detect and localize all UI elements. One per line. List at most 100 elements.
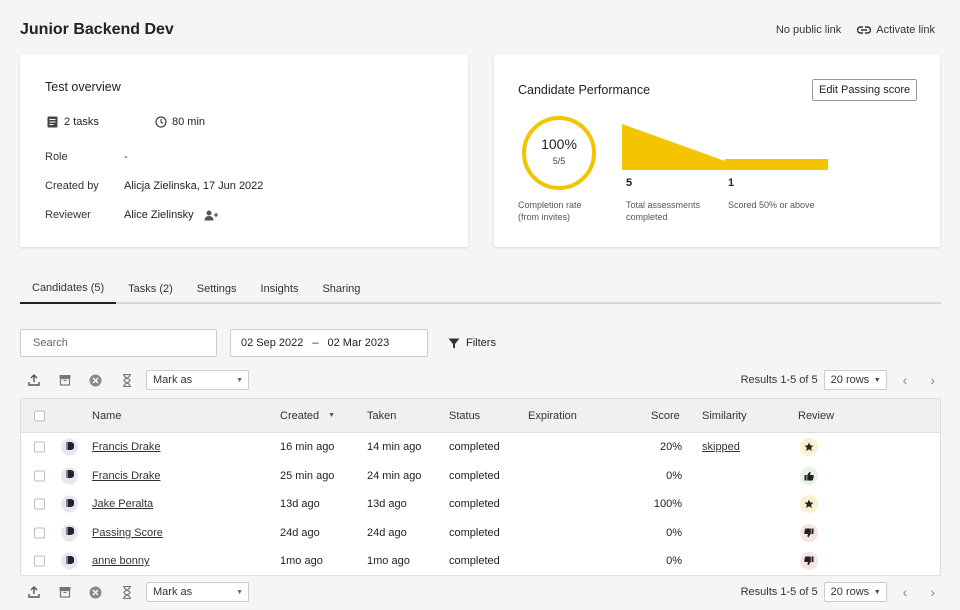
- tab-tasks[interactable]: Tasks (2): [116, 275, 185, 302]
- rows-per-page-select[interactable]: 20 rows ▼: [823, 370, 887, 390]
- similarity-link[interactable]: skipped: [702, 441, 740, 453]
- column-review[interactable]: Review: [798, 410, 834, 422]
- completion-label-line2: (from invites): [518, 212, 571, 222]
- tab-sharing[interactable]: Sharing: [310, 275, 372, 302]
- chevron-down-icon: ▼: [873, 588, 881, 596]
- completion-label: Completion rate (from invites): [518, 199, 582, 223]
- mark-as-label: Mark as: [153, 586, 193, 598]
- table-row[interactable]: Francis Drake 16 min ago 14 min ago complet…: [21, 433, 940, 462]
- row-checkbox[interactable]: [34, 470, 45, 482]
- column-status[interactable]: Status: [449, 410, 480, 422]
- status-text: completed: [449, 441, 500, 454]
- star-icon: [804, 442, 814, 452]
- row-checkbox[interactable]: [34, 555, 45, 567]
- taken-time: 14 min ago: [367, 441, 422, 454]
- funnel-total-segment: [622, 124, 725, 170]
- mark-as-select[interactable]: Mark as ▼: [146, 582, 249, 602]
- column-similarity[interactable]: Similarity: [702, 410, 747, 422]
- tab-settings[interactable]: Settings: [185, 275, 249, 302]
- rows-label: 20 rows: [830, 586, 870, 598]
- avatar: [61, 495, 78, 513]
- pagination-top: Results 1-5 of 5 20 rows ▼ ‹ ›: [741, 370, 935, 390]
- candidate-name[interactable]: Passing Score: [92, 527, 163, 539]
- review-button[interactable]: [800, 552, 818, 571]
- score-value: 0%: [666, 469, 682, 482]
- role-label: Role: [45, 151, 68, 163]
- hourglass-icon[interactable]: [111, 585, 142, 599]
- review-button[interactable]: [800, 438, 818, 457]
- row-checkbox[interactable]: [34, 441, 45, 453]
- status-text: completed: [449, 526, 500, 539]
- column-taken[interactable]: Taken: [367, 410, 396, 422]
- candidate-avatar-icon: [66, 441, 74, 453]
- prev-page-icon[interactable]: ‹: [903, 584, 908, 600]
- document-icon: [47, 116, 58, 128]
- tasks-count-label: 2 tasks: [64, 116, 99, 128]
- activate-link-button[interactable]: Activate link: [857, 24, 935, 36]
- candidate-avatar-icon: [66, 527, 74, 539]
- reviewer-value: Alice Zielinsky: [124, 209, 194, 221]
- review-button[interactable]: [800, 495, 818, 514]
- tab-insights[interactable]: Insights: [249, 275, 311, 302]
- edit-passing-score-button[interactable]: Edit Passing score: [812, 79, 918, 101]
- completion-ring: [522, 116, 596, 190]
- filters-label: Filters: [466, 337, 496, 349]
- review-button[interactable]: [800, 466, 818, 485]
- candidate-name[interactable]: Francis Drake: [92, 441, 160, 453]
- next-page-icon[interactable]: ›: [930, 584, 935, 600]
- tab-candidates[interactable]: Candidates (5): [20, 275, 117, 304]
- candidates-table: Name Created ▼ Taken Status Expiration S…: [20, 398, 941, 576]
- column-expiration[interactable]: Expiration: [528, 410, 577, 422]
- column-name[interactable]: Name: [92, 410, 121, 422]
- results-count: Results 1-5 of 5: [740, 586, 818, 598]
- mark-as-label: Mark as: [153, 374, 193, 386]
- table-row[interactable]: Jake Peralta 13d ago 13d ago completed 100%: [21, 490, 940, 519]
- rows-per-page-select[interactable]: 20 rows ▼: [823, 582, 887, 602]
- row-checkbox[interactable]: [34, 527, 45, 539]
- thumbs-up-icon: [804, 471, 814, 481]
- status-text: completed: [449, 555, 500, 568]
- chevron-down-icon: ▼: [873, 376, 881, 384]
- candidate-name[interactable]: anne bonny: [92, 555, 150, 567]
- reviewer-label: Reviewer: [45, 209, 91, 221]
- table-row[interactable]: Passing Score 24d ago 24d ago completed 0%: [21, 519, 940, 548]
- avatar: [61, 438, 78, 456]
- created-time: 1mo ago: [280, 555, 323, 568]
- archive-icon[interactable]: [49, 586, 80, 598]
- thumbs-down-icon: [804, 528, 814, 538]
- review-button[interactable]: [800, 523, 818, 542]
- date-to: 02 Mar 2023: [327, 337, 390, 349]
- sort-down-icon: ▼: [328, 412, 336, 419]
- export-icon[interactable]: [18, 374, 49, 386]
- thumbs-down-icon: [804, 556, 814, 566]
- avatar: [61, 524, 78, 542]
- candidate-name[interactable]: Francis Drake: [92, 470, 160, 482]
- reviewer-row: Reviewer Alice Zielinsky: [45, 209, 219, 221]
- column-score[interactable]: Score: [651, 410, 680, 422]
- table-row[interactable]: Francis Drake 25 min ago 24 min ago complet…: [21, 462, 940, 491]
- total-assessments-label: Total assessments completed: [626, 199, 700, 223]
- search-input[interactable]: Search: [20, 329, 217, 357]
- table-body: Francis Drake 16 min ago 14 min ago complet…: [21, 433, 940, 576]
- select-all-checkbox[interactable]: [34, 410, 45, 421]
- scored-count: 1: [728, 177, 735, 189]
- export-icon[interactable]: [18, 586, 49, 598]
- created-by-value: Alicja Zielinska, 17 Jun 2022: [124, 180, 264, 192]
- candidate-name[interactable]: Jake Peralta: [92, 498, 153, 510]
- cancel-icon[interactable]: [80, 374, 111, 387]
- cancel-icon[interactable]: [80, 586, 111, 599]
- column-created[interactable]: Created ▼: [280, 410, 335, 422]
- taken-time: 24 min ago: [367, 469, 422, 482]
- prev-page-icon[interactable]: ‹: [903, 372, 908, 388]
- date-range-input[interactable]: 02 Sep 2022 – 02 Mar 2023: [230, 329, 428, 357]
- table-row[interactable]: anne bonny 1mo ago 1mo ago completed 0%: [21, 547, 940, 576]
- next-page-icon[interactable]: ›: [930, 372, 935, 388]
- filters-button[interactable]: Filters: [448, 337, 496, 349]
- created-by-row: Created by Alicja Zielinska, 17 Jun 2022: [45, 180, 263, 192]
- hourglass-icon[interactable]: [111, 373, 142, 387]
- add-reviewer-icon[interactable]: [204, 210, 219, 221]
- archive-icon[interactable]: [49, 374, 80, 386]
- row-checkbox[interactable]: [34, 498, 45, 510]
- mark-as-select[interactable]: Mark as ▼: [146, 370, 249, 390]
- total-label-line2: completed: [626, 212, 668, 222]
